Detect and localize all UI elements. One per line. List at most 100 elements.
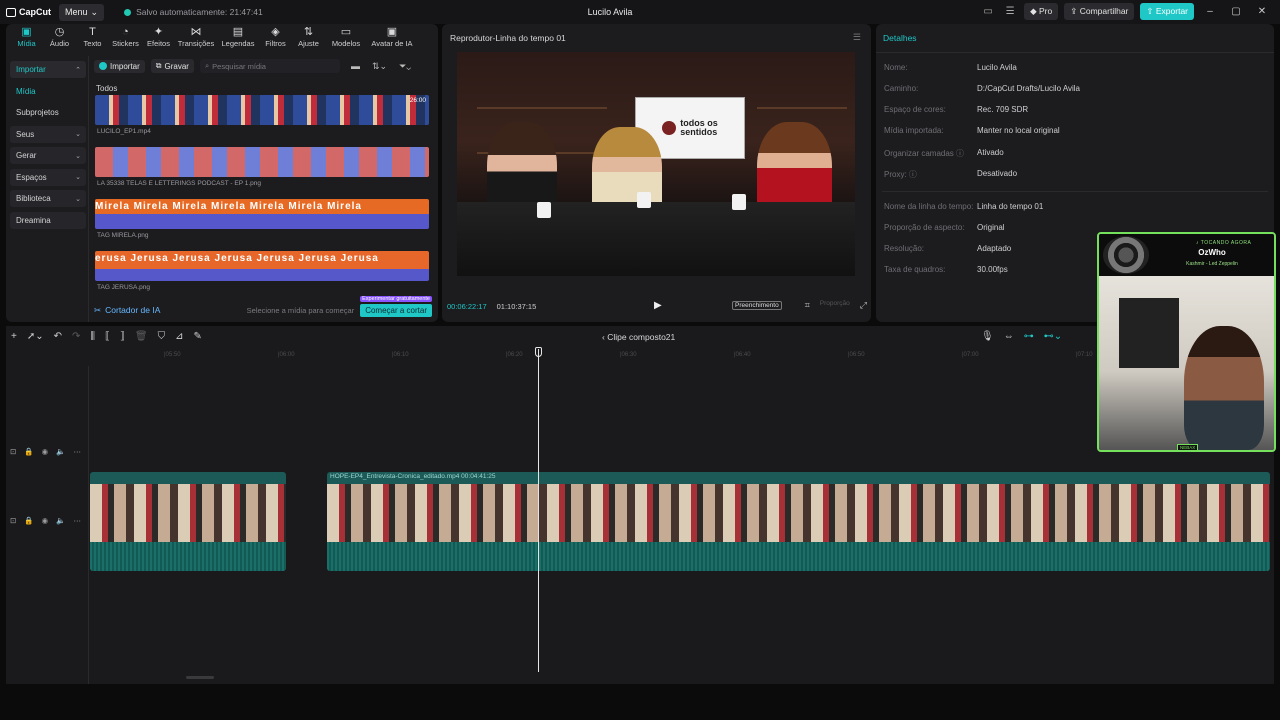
detail-label: Organizar camadas [884, 149, 954, 158]
detail-row: Proxy: ⓘ Desativado [884, 169, 1017, 180]
playhead[interactable] [538, 349, 539, 672]
sort-icon[interactable]: ⇅⌄ [372, 61, 387, 72]
split-icon[interactable]: ⫼ [90, 331, 95, 342]
magic-edit-icon[interactable]: ✎ [194, 331, 202, 342]
shelf [757, 107, 847, 109]
total-timecode: 01:10:37:15 [496, 302, 537, 311]
detail-value: Desativado [977, 169, 1018, 178]
eye-icon[interactable]: ◉ [42, 447, 49, 456]
media-icon: ▣ [21, 26, 32, 38]
menu-button[interactable]: Menu ⌄ [59, 3, 105, 21]
sidebar-item-media[interactable]: Mídia [10, 83, 86, 100]
timeline-clip[interactable]: HOPE-EP4_Entrevista-Cronica_editado.mp4 … [327, 472, 1270, 571]
filter-icon[interactable]: ⏷⌄ [399, 61, 411, 72]
play-icon[interactable]: ▶ [654, 300, 662, 311]
more-icon[interactable]: ⋯ [74, 516, 82, 525]
sidebar-item-spaces[interactable]: Espaços ⌄ [10, 168, 86, 186]
import-button[interactable]: Importar [94, 59, 145, 73]
media-thumbnail[interactable]: erusa Jerusa Jerusa Jerusa Jerusa Jerusa… [95, 251, 429, 281]
fullscreen-icon[interactable]: ⤢ [860, 300, 867, 311]
detail-row: Proporção de aspecto: Original [884, 223, 1005, 232]
playhead-handle[interactable] [535, 347, 542, 357]
microphone-icon[interactable]: 🎙 [981, 331, 994, 342]
lock-icon[interactable]: 🔒 [24, 516, 33, 525]
tab-templates[interactable]: ▭ Modelos [325, 26, 367, 52]
sidebar-item-yours[interactable]: Seus ⌄ [10, 125, 86, 143]
media-thumbnail[interactable] [95, 147, 429, 177]
speaker-icon[interactable]: 🔈 [56, 447, 65, 456]
crop-icon[interactable]: ⌗ [805, 300, 810, 311]
link-icon[interactable]: ⇔ [1004, 331, 1014, 342]
redo-icon[interactable]: ↷ [72, 331, 80, 342]
lock-icon[interactable]: 🔒 [24, 447, 33, 456]
detail-value: 30.00fps [977, 265, 1008, 274]
maximize-icon[interactable]: ▢ [1226, 6, 1246, 17]
flip-icon[interactable]: ⊿ [175, 331, 183, 342]
tab-transitions[interactable]: ⋈ Transições [175, 26, 217, 52]
export-button[interactable]: ⇧ Exportar [1140, 3, 1194, 20]
breadcrumb[interactable]: ‹ Clipe composto21 [602, 332, 675, 342]
info-icon[interactable]: ⓘ [956, 149, 964, 158]
tab-ai-avatar[interactable]: ▣ Avatar de IA [367, 26, 417, 52]
trim-right-icon[interactable]: ⟧ [120, 331, 125, 342]
timeline-scrollbar[interactable] [186, 676, 214, 679]
select-tool-icon[interactable]: ➚⌄ [27, 331, 44, 342]
sidebar-item-subprojects[interactable]: Subprojetos [10, 104, 86, 121]
ai-cutter-button[interactable]: ✂ Cortador de IA [94, 305, 160, 316]
record-icon: ⧉ [155, 61, 162, 70]
info-icon[interactable]: ⓘ [909, 170, 917, 179]
detail-row: Caminho: D:/CapCut Drafts/Lucilo Avila [884, 84, 1080, 93]
timeline-clip[interactable] [90, 472, 286, 571]
media-thumbnail[interactable]: Mirela Mirela Mirela Mirela Mirela Mirel… [95, 199, 429, 229]
speaker-icon[interactable]: 🔈 [56, 516, 65, 525]
now-playing-label: ♪ TOCANDO AGORA [1196, 240, 1252, 246]
sidebar-label: Subprojetos [16, 108, 59, 117]
start-cutting-button[interactable]: Experimentar gratuitamente Começar a cort… [360, 295, 432, 317]
search-input[interactable]: ⌕ Pesquisar mídia [199, 59, 340, 73]
shortcuts-icon[interactable]: ☰ [1002, 4, 1018, 20]
sidebar-item-import[interactable]: Importar ⌃ [10, 61, 86, 78]
share-button[interactable]: ⇪ Compartilhar [1064, 3, 1135, 20]
clip-label: HOPE-EP4_Entrevista-Cronica_editado.mp4 … [330, 473, 496, 480]
sidebar-label: Seus [16, 129, 35, 139]
more-icon[interactable]: ⋯ [74, 447, 82, 456]
trial-badge: Experimentar gratuitamente [360, 295, 432, 302]
sidebar-item-dreamina[interactable]: Dreamina [10, 211, 86, 229]
undo-icon[interactable]: ↶ [54, 331, 62, 342]
hamburger-icon[interactable]: ☰ [853, 32, 861, 43]
pro-button[interactable]: ◆ Pro [1024, 3, 1059, 20]
ratio-button[interactable]: Proporção [820, 300, 850, 311]
magnet-icon[interactable]: ⊶ [1024, 331, 1034, 342]
tab-stickers[interactable]: ◔ Stickers [109, 26, 142, 52]
fill-button[interactable]: Preenchimento [732, 301, 782, 310]
tab-captions[interactable]: ▤ Legendas [217, 26, 259, 52]
sidebar-item-library[interactable]: Biblioteca ⌄ [10, 190, 86, 207]
tab-media[interactable]: ▣ Mídia [10, 26, 43, 52]
detail-value: Ativado [977, 148, 1004, 157]
view-toggle-icon[interactable]: ▬ [351, 61, 360, 72]
media-thumbnail[interactable]: 26:00 [95, 95, 429, 125]
eye-icon[interactable]: ◉ [42, 516, 49, 525]
tab-label: Ajuste [298, 39, 319, 48]
media-filename: LA 35338 TELAS E LETTERINGS PODCAST - EP… [97, 180, 262, 187]
video-preview[interactable]: todos os sentidos [457, 52, 855, 276]
record-button[interactable]: ⧉ Gravar [150, 59, 194, 73]
layout-icon[interactable]: ▭ [980, 4, 996, 20]
tab-effects[interactable]: ✦ Efeitos [142, 26, 175, 52]
streamer [1184, 326, 1264, 450]
tab-adjust[interactable]: ⇅ Ajuste [292, 26, 325, 52]
add-track-icon[interactable]: + [11, 331, 17, 342]
tab-audio[interactable]: ◷ Áudio [43, 26, 76, 52]
detail-value: Lucilo Avila [977, 63, 1017, 72]
tab-text[interactable]: T Texto [76, 26, 109, 52]
delete-icon[interactable]: 🗑 [135, 331, 148, 342]
shield-icon[interactable]: ⛉ [158, 331, 166, 342]
minimize-icon[interactable]: – [1200, 6, 1220, 17]
close-icon[interactable]: ✕ [1252, 6, 1272, 17]
tab-filters[interactable]: ◈ Filtros [259, 26, 292, 52]
text-icon: T [89, 26, 96, 38]
sidebar-item-generate[interactable]: Gerar ⌄ [10, 147, 86, 164]
sidebar-label: Gerar [16, 151, 37, 160]
trim-left-icon[interactable]: ⟦ [105, 331, 110, 342]
preview-axis-icon[interactable]: ⊷⌄ [1044, 331, 1062, 342]
